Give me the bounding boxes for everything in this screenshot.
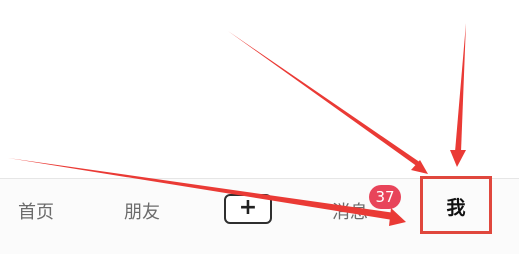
tab-friends-label: 朋友 [124, 202, 160, 223]
tab-home[interactable]: 首页 [6, 179, 66, 243]
tab-me[interactable]: 我 [420, 178, 492, 234]
create-post-button[interactable]: + [224, 194, 272, 224]
tab-home-label: 首页 [18, 202, 54, 223]
bottom-tab-bar: 首页 朋友 + 消息 37 我 [0, 178, 519, 254]
plus-icon: + [238, 195, 258, 220]
content-area [0, 0, 519, 178]
tab-me-label: 我 [446, 196, 466, 219]
tab-friends[interactable]: 朋友 [112, 179, 172, 243]
tab-messages-label: 消息 [332, 202, 368, 223]
messages-unread-badge: 37 [369, 185, 401, 209]
